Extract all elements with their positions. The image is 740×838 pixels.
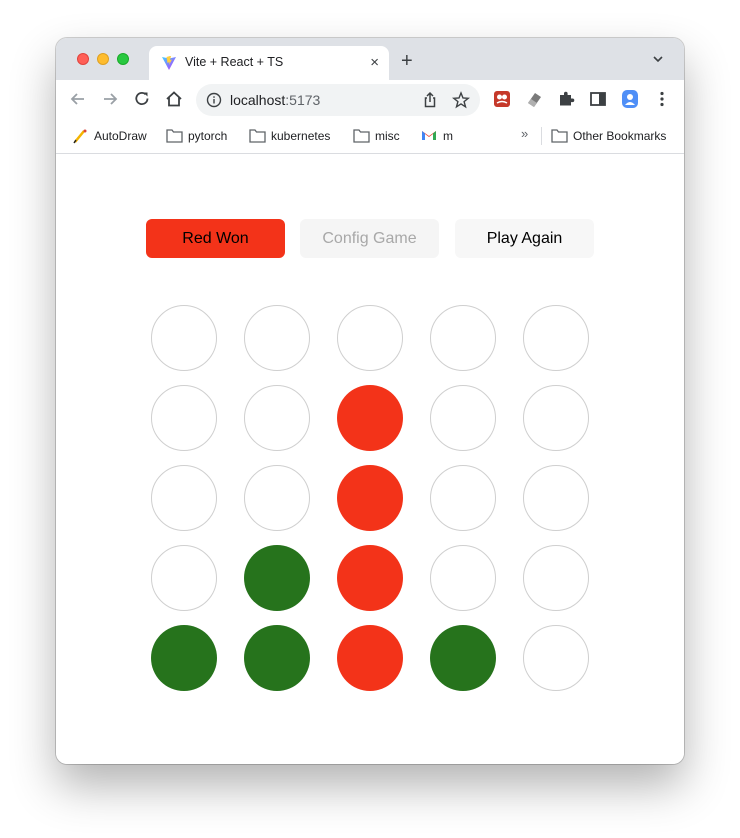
board-cell-r3-c2-red[interactable] <box>337 545 403 611</box>
share-icon[interactable] <box>421 91 439 109</box>
board-cell-r4-c3-green[interactable] <box>430 625 496 691</box>
board-cell-r4-c1-green[interactable] <box>244 625 310 691</box>
bookmark-label: AutoDraw <box>94 129 147 143</box>
minimize-window-button[interactable] <box>97 53 109 65</box>
bookmark-autodraw[interactable]: AutoDraw <box>72 127 152 145</box>
bookmark-label: m <box>443 129 453 143</box>
board-cell-r1-c2-red[interactable] <box>337 385 403 451</box>
browser-window: Vite + React + TS × + localhost:5173 Aut… <box>56 38 684 764</box>
config-game-button[interactable]: Config Game <box>300 219 439 258</box>
gmail-icon <box>422 131 436 140</box>
tab-close-icon[interactable]: × <box>370 53 379 73</box>
page-content: Red Won Config Game Play Again <box>56 155 684 764</box>
bookmark-label: Other Bookmarks <box>573 129 667 143</box>
side-panel-icon[interactable] <box>588 89 608 109</box>
bookmark-pytorch[interactable]: pytorch <box>166 127 236 145</box>
board-cell-r1-c3-empty[interactable] <box>430 385 496 451</box>
board-cell-r0-c2-empty[interactable] <box>337 305 403 371</box>
bookmark-star-icon[interactable] <box>452 91 470 109</box>
profile-avatar-icon[interactable] <box>620 89 640 109</box>
home-icon[interactable] <box>164 89 184 109</box>
board-cell-r4-c4-empty[interactable] <box>523 625 589 691</box>
url-port: :5173 <box>285 92 321 108</box>
address-bar[interactable]: localhost:5173 <box>196 84 480 116</box>
board-cell-r0-c1-empty[interactable] <box>244 305 310 371</box>
chevron-down-icon[interactable] <box>653 55 663 63</box>
board-cell-r0-c0-empty[interactable] <box>151 305 217 371</box>
board-cell-r1-c1-empty[interactable] <box>244 385 310 451</box>
board-cell-r3-c1-green[interactable] <box>244 545 310 611</box>
board-cell-r3-c4-empty[interactable] <box>523 545 589 611</box>
board-cell-r2-c1-empty[interactable] <box>244 465 310 531</box>
bookmark-label: pytorch <box>188 129 228 143</box>
bookmark-gmail[interactable]: m <box>421 127 461 145</box>
tab-strip: Vite + React + TS × + <box>56 38 684 80</box>
reload-icon[interactable] <box>132 89 152 109</box>
vite-icon <box>162 56 176 70</box>
tab-title: Vite + React + TS <box>185 55 284 69</box>
game-status-button[interactable]: Red Won <box>146 219 285 258</box>
zoom-window-button[interactable] <box>117 53 129 65</box>
board-cell-r3-c3-empty[interactable] <box>430 545 496 611</box>
board-cell-r2-c2-red[interactable] <box>337 465 403 531</box>
back-icon[interactable] <box>68 89 88 109</box>
extension-eraser-icon[interactable] <box>524 89 544 109</box>
tab-active[interactable]: Vite + React + TS × <box>149 46 389 80</box>
bookmark-other[interactable]: Other Bookmarks <box>551 127 676 145</box>
bookmarks-bar: AutoDraw pytorch kubernetes misc m » Oth… <box>56 118 684 154</box>
board-cell-r2-c0-empty[interactable] <box>151 465 217 531</box>
bookmarks-overflow-icon[interactable]: » <box>521 126 528 141</box>
autodraw-icon <box>73 129 87 144</box>
board-cell-r2-c3-empty[interactable] <box>430 465 496 531</box>
folder-icon <box>166 129 183 143</box>
folder-icon <box>353 129 370 143</box>
board-cell-r1-c4-empty[interactable] <box>523 385 589 451</box>
board-cell-r2-c4-empty[interactable] <box>523 465 589 531</box>
url-text[interactable]: localhost:5173 <box>230 92 320 108</box>
play-again-button[interactable]: Play Again <box>455 219 594 258</box>
bookmark-kubernetes[interactable]: kubernetes <box>249 127 344 145</box>
extensions-puzzle-icon[interactable] <box>556 89 576 109</box>
board-cell-r1-c0-empty[interactable] <box>151 385 217 451</box>
folder-icon <box>551 129 568 143</box>
url-host: localhost <box>230 92 286 108</box>
menu-kebab-icon[interactable] <box>652 89 672 109</box>
forward-icon[interactable] <box>100 89 120 109</box>
info-icon[interactable] <box>206 92 222 108</box>
board-cell-r4-c2-red[interactable] <box>337 625 403 691</box>
bookmark-label: misc <box>375 129 400 143</box>
board-cell-r4-c0-green[interactable] <box>151 625 217 691</box>
bookmark-label: kubernetes <box>271 129 331 143</box>
browser-toolbar: localhost:5173 <box>56 80 684 118</box>
bookmark-misc[interactable]: misc <box>353 127 408 145</box>
board-cell-r0-c3-empty[interactable] <box>430 305 496 371</box>
folder-icon <box>249 129 266 143</box>
bookmarks-divider <box>541 127 542 145</box>
close-window-button[interactable] <box>77 53 89 65</box>
new-tab-button[interactable]: + <box>401 51 413 71</box>
extension-red-icon[interactable] <box>492 89 512 109</box>
board-cell-r3-c0-empty[interactable] <box>151 545 217 611</box>
board-cell-r0-c4-empty[interactable] <box>523 305 589 371</box>
